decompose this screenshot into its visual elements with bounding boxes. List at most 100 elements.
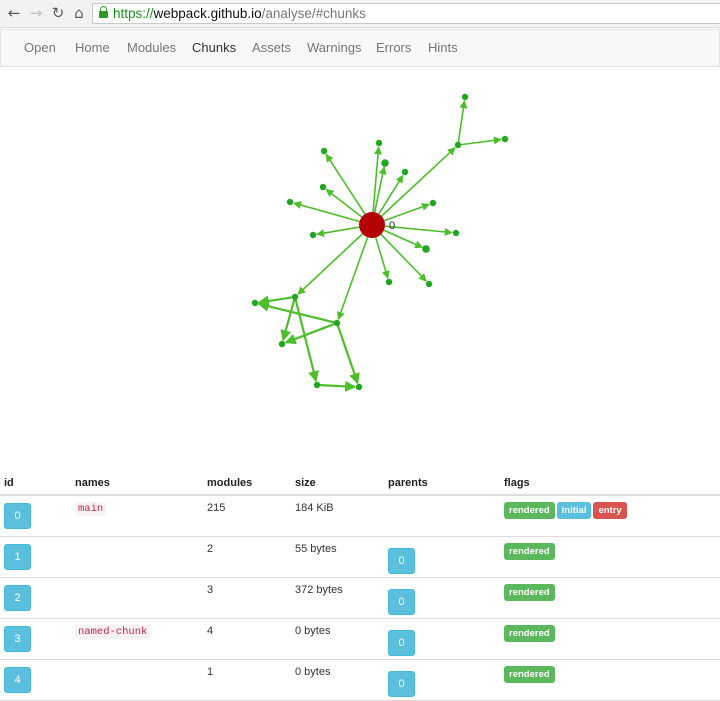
forward-arrow-icon[interactable]: → (27, 4, 45, 22)
graph-node[interactable] (461, 93, 469, 101)
app-navbar: Open Home Modules Chunks Assets Warnings… (0, 29, 720, 67)
graph-node[interactable] (291, 293, 299, 301)
graph-edge (372, 146, 383, 213)
lock-icon (99, 6, 108, 18)
nav-errors[interactable]: Errors (376, 30, 411, 66)
cell-names (71, 536, 203, 578)
graph-edge (380, 233, 427, 282)
home-icon[interactable]: ⌂ (70, 4, 88, 22)
graph-node[interactable] (309, 231, 317, 239)
table-header-row: id names modules size parents flags (0, 468, 720, 496)
nav-chunks[interactable]: Chunks (192, 30, 236, 66)
chunk-id-button[interactable]: 3 (4, 626, 31, 652)
graph-edge (336, 236, 369, 320)
graph-node[interactable] (425, 280, 433, 288)
graph-node[interactable] (454, 141, 462, 149)
flag-badge-initial: initial (556, 502, 592, 519)
graph-edge (383, 229, 424, 249)
cell-flags: rendered initial entry (500, 495, 720, 537)
cell-size: 372 bytes (291, 577, 384, 619)
cell-flags: rendered (500, 618, 720, 660)
table-row: 1 2 55 bytes 0 rendered (0, 536, 720, 578)
nav-open[interactable]: Open (24, 30, 56, 66)
cell-id: 0 (0, 495, 71, 537)
nav-assets[interactable]: Assets (252, 30, 291, 66)
url-path: /analyse/#chunks (261, 6, 366, 21)
cell-parents: 0 (384, 618, 500, 660)
cell-size: 0 bytes (291, 618, 384, 660)
graph-edge (460, 136, 502, 146)
chunk-id-button[interactable]: 2 (4, 585, 31, 611)
graph-node[interactable] (401, 168, 409, 176)
flag-badge-rendered: rendered (504, 625, 555, 642)
graph-node[interactable] (422, 245, 430, 253)
nav-hints[interactable]: Hints (428, 30, 458, 66)
url-host: webpack.github.io (153, 6, 262, 21)
cell-flags: rendered (500, 536, 720, 578)
cell-names (71, 577, 203, 619)
graph-node[interactable] (385, 278, 393, 286)
chunk-name: main (75, 502, 107, 516)
table-row: 0 main 215 184 KiB rendered initial entry (0, 495, 720, 537)
flag-badge-rendered: rendered (504, 543, 555, 560)
table-row: 2 3 372 bytes 0 rendered (0, 577, 720, 619)
graph-edge (257, 295, 293, 307)
col-flags: flags (500, 468, 720, 496)
graph-node[interactable] (375, 139, 383, 147)
graph-edge (280, 299, 296, 342)
cell-size: 55 bytes (291, 536, 384, 578)
graph-node[interactable] (319, 183, 327, 191)
col-size: size (291, 468, 384, 496)
graph-node[interactable] (501, 135, 509, 143)
cell-modules: 4 (203, 618, 291, 660)
graph-node[interactable] (452, 229, 460, 237)
graph-edge (293, 201, 360, 223)
graph-node[interactable] (355, 383, 363, 391)
cell-modules: 3 (203, 577, 291, 619)
graph-edge (380, 147, 456, 217)
col-parents: parents (384, 468, 500, 496)
cell-id: 3 (0, 618, 71, 660)
cell-id: 4 (0, 659, 71, 701)
graph-node[interactable] (313, 381, 321, 389)
address-bar[interactable]: https://webpack.github.io/analyse/#chunk… (92, 3, 720, 24)
nav-modules[interactable]: Modules (127, 30, 176, 66)
col-modules: modules (203, 468, 291, 496)
cell-modules: 1 (203, 659, 291, 701)
parent-chunk-button[interactable]: 0 (388, 548, 415, 574)
graph-node[interactable] (278, 340, 286, 348)
table-row: 4 10 bytes 0 rendered (0, 659, 720, 701)
reload-icon[interactable]: ↻ (49, 4, 67, 22)
graph-node[interactable] (320, 147, 328, 155)
parent-chunk-button[interactable]: 0 (388, 589, 415, 615)
nav-warnings[interactable]: Warnings (307, 30, 361, 66)
cell-parents: 0 (384, 577, 500, 619)
graph-root-node[interactable] (359, 212, 385, 238)
graph-node[interactable] (333, 319, 341, 327)
parent-chunk-button[interactable]: 0 (388, 630, 415, 656)
back-arrow-icon[interactable]: ← (5, 4, 23, 22)
chunk-graph[interactable]: 0 (0, 68, 720, 463)
graph-node[interactable] (286, 198, 294, 206)
chunk-id-button[interactable]: 0 (4, 503, 31, 529)
cell-id: 1 (0, 536, 71, 578)
table-row: 3 named-chunk 4 0 bytes 0 rendered (0, 618, 720, 660)
cell-flags: rendered (500, 577, 720, 619)
graph-node[interactable] (429, 199, 437, 207)
cell-id: 2 (0, 577, 71, 619)
cell-modules: 215 (203, 495, 291, 537)
browser-toolbar: ← → ↻ ⌂ https://webpack.github.io/analys… (0, 0, 720, 28)
parent-chunk-button[interactable]: 0 (388, 671, 415, 697)
nav-home[interactable]: Home (75, 30, 110, 66)
graph-edge (294, 299, 319, 383)
root-node-label: 0 (389, 220, 395, 232)
chunk-id-button[interactable]: 4 (4, 667, 31, 693)
graph-node[interactable] (381, 159, 389, 167)
cell-parents: 0 (384, 659, 500, 701)
graph-edge (297, 233, 364, 295)
graph-edge (457, 100, 468, 143)
cell-modules: 2 (203, 536, 291, 578)
graph-edge (374, 237, 390, 279)
chunk-id-button[interactable]: 1 (4, 544, 31, 570)
graph-node[interactable] (251, 299, 259, 307)
